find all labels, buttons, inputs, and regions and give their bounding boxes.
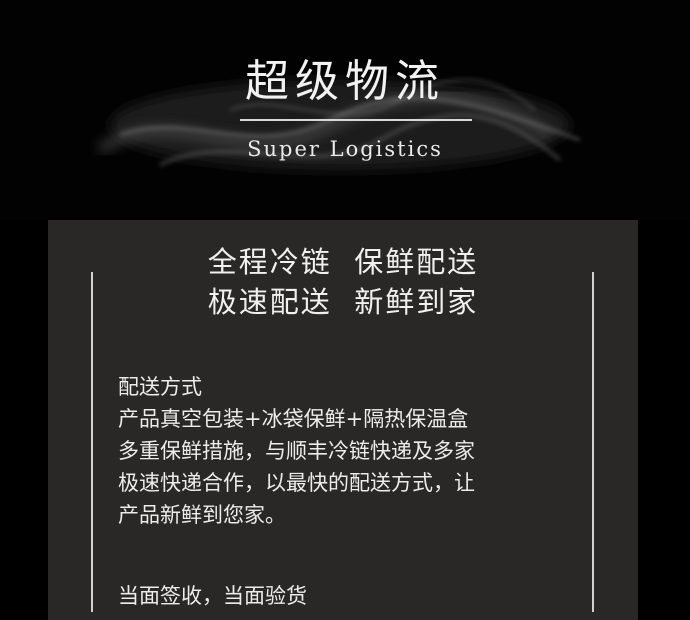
section-heading: 配送方式 — [118, 375, 202, 399]
section-heading: 当面签收，当面验货 — [118, 584, 307, 608]
title-divider — [240, 119, 472, 121]
page-title: 超级物流 — [245, 56, 445, 107]
section-text-line: 多重保鲜措施，与顺丰冷链快递及多家 — [118, 439, 475, 463]
slogan-line-2: 极速配送 新鲜到家 — [207, 285, 479, 319]
hero-banner: 超级物流 Super Logistics — [0, 0, 690, 220]
card-left-rule — [91, 272, 93, 612]
section-text-line: 产品真空包装+冰袋保鲜+隔热保温盒 — [118, 407, 469, 431]
page-subtitle: Super Logistics — [247, 137, 443, 161]
delivery-method-section: 配送方式 产品真空包装+冰袋保鲜+隔热保温盒 多重保鲜措施，与顺丰冷链快递及多家… — [118, 371, 558, 531]
card-right-rule — [592, 272, 594, 612]
section-text-line: 产品新鲜到您家。 — [118, 503, 286, 527]
section-text-line: 极速快递合作，以最快的配送方式，让 — [118, 471, 475, 495]
slogan-line-1: 全程冷链 保鲜配送 — [207, 245, 479, 279]
signature-section: 当面签收，当面验货 — [118, 580, 558, 612]
